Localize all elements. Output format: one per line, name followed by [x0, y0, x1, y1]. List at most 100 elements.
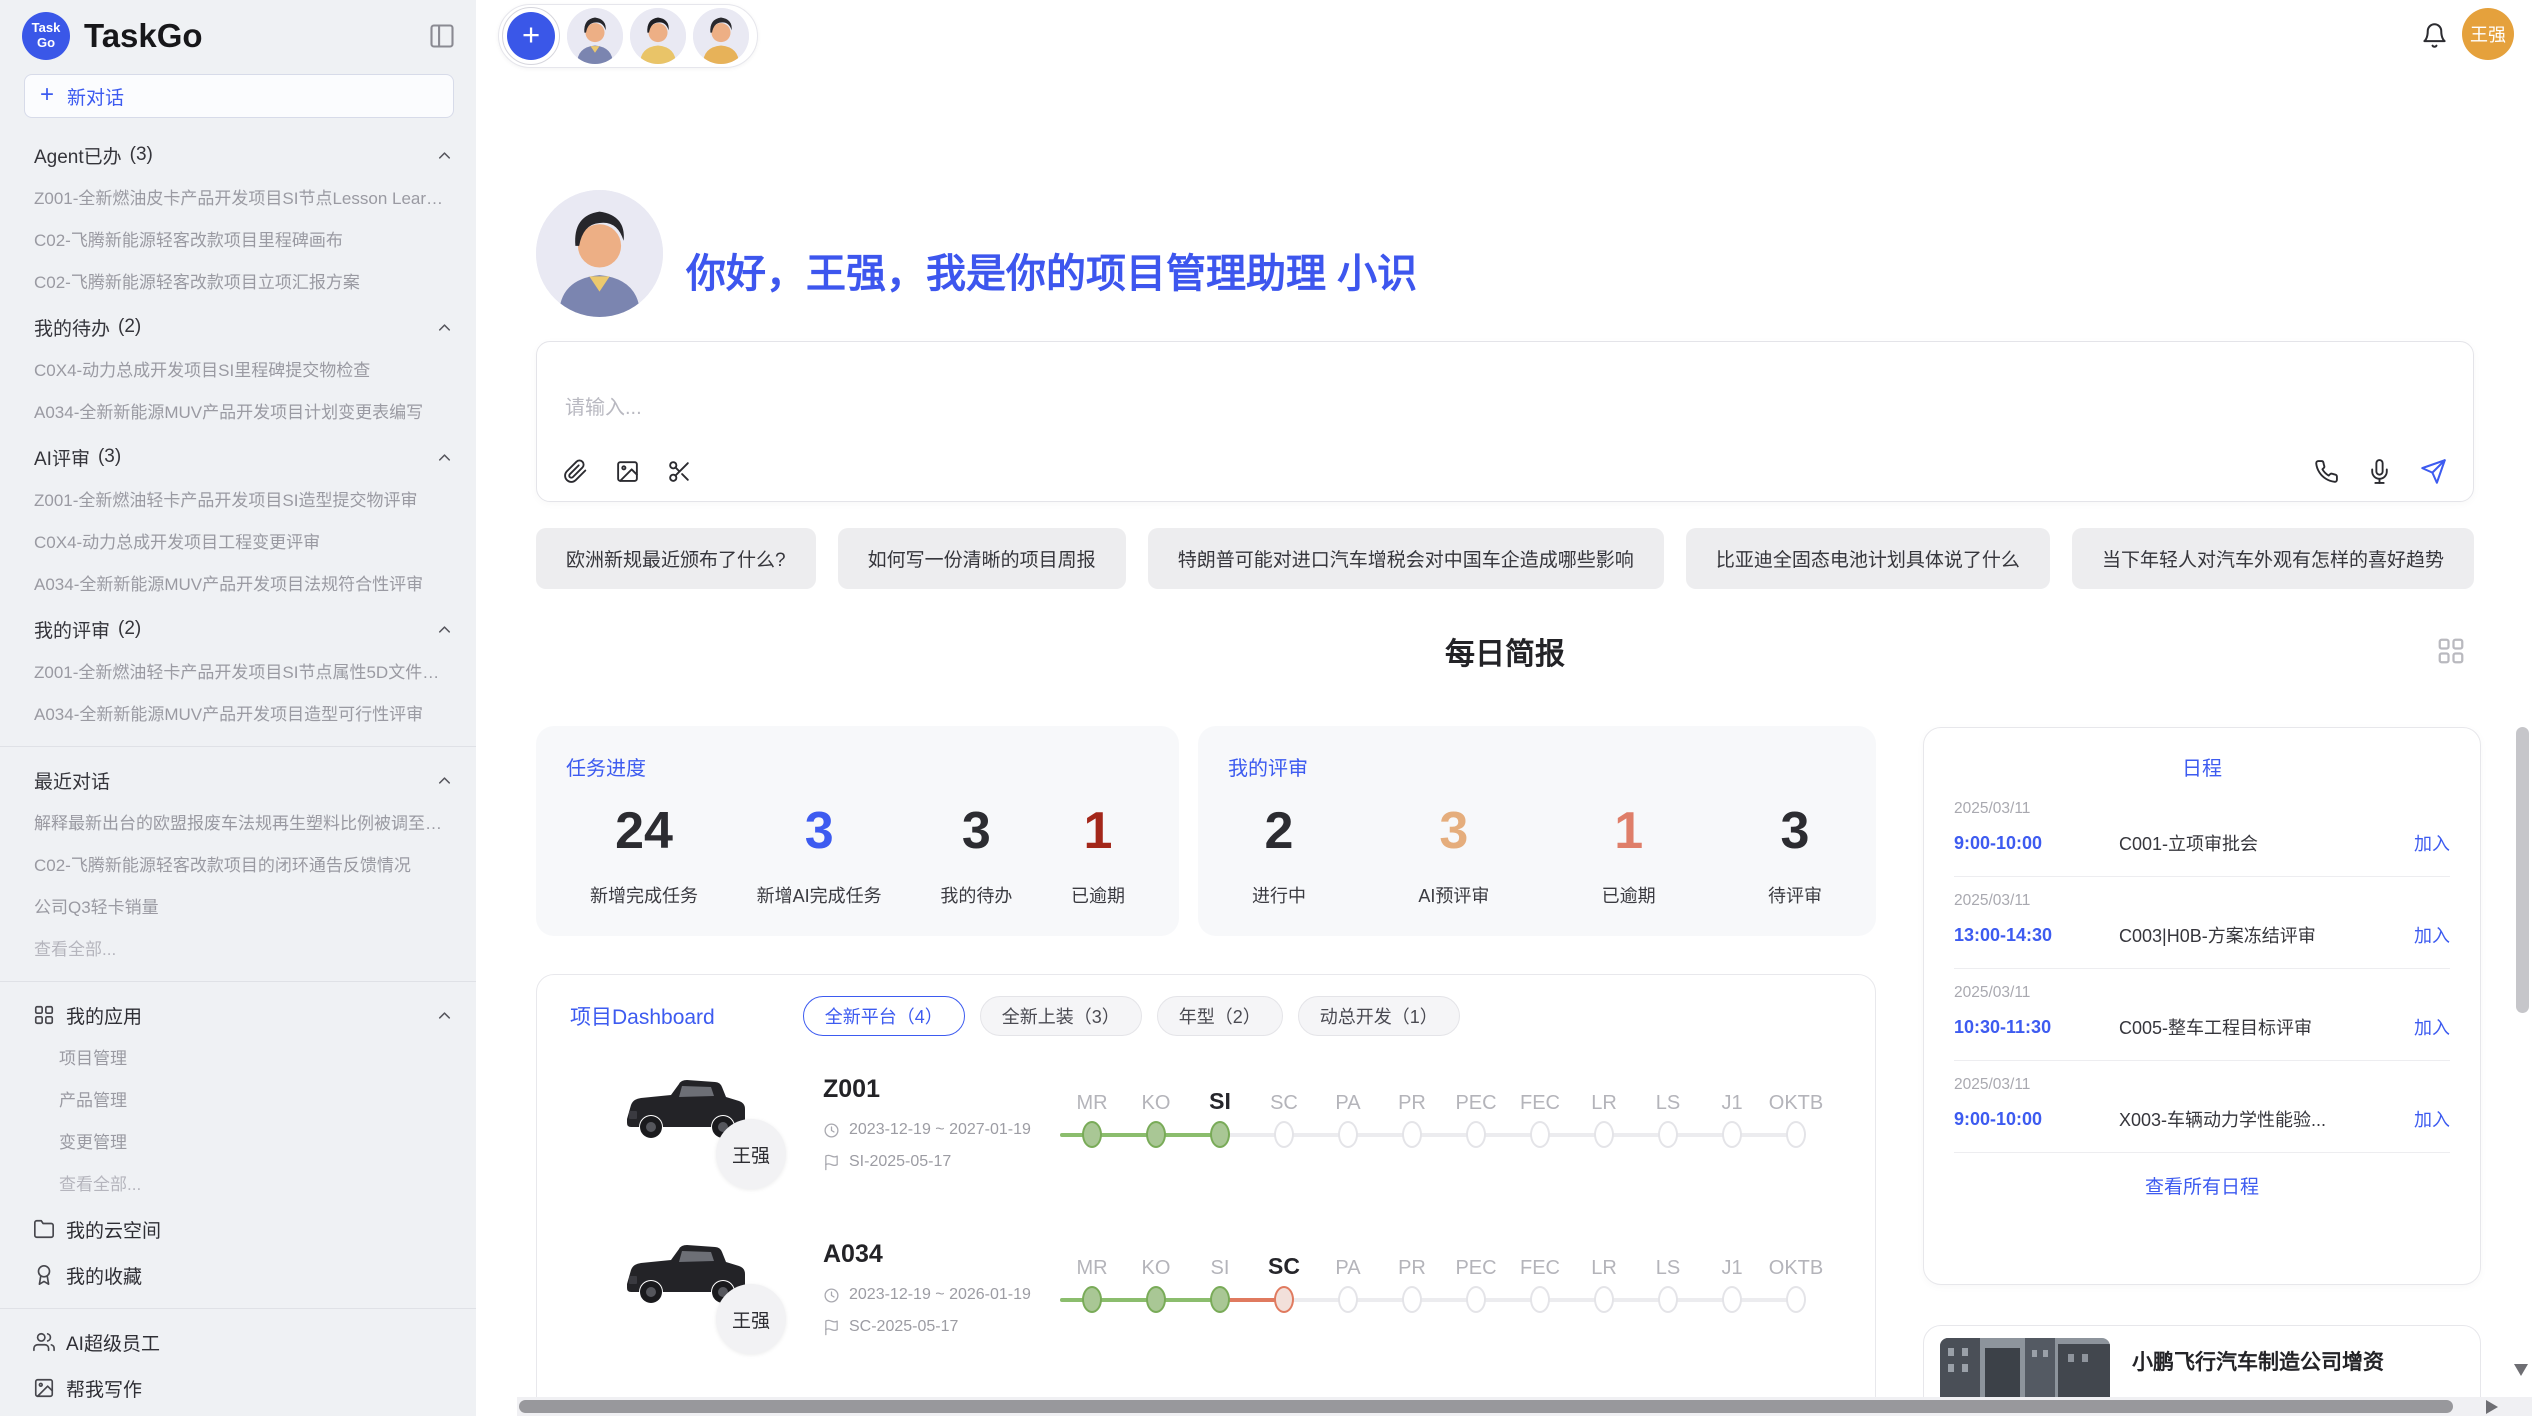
session-avatar-1[interactable]	[567, 8, 623, 64]
session-avatar-3[interactable]	[693, 8, 749, 64]
sidebar-item[interactable]: Z001-全新燃油轻卡产品开发项目SI造型提交物评审	[0, 480, 476, 522]
milestone-label: PEC	[1444, 1079, 1508, 1115]
sidebar-item[interactable]: A034-全新新能源MUV产品开发项目法规符合性评审	[0, 564, 476, 606]
daily-briefing-title: 每日简报	[1445, 629, 1565, 673]
scissors-icon[interactable]	[667, 459, 692, 484]
new-chat-label: 新对话	[67, 83, 124, 110]
app-window: Task Go TaskGo + 新对话 Agent已办 (3)Z001-全新燃…	[0, 0, 2532, 1416]
recent-chat-item[interactable]: 公司Q3轻卡销量	[0, 887, 476, 929]
section-label: AI评审	[34, 444, 90, 471]
sidebar-section-header[interactable]: 我的评审 (2)	[0, 606, 476, 652]
milestone-label: SI	[1188, 1244, 1252, 1280]
chevron-up-icon	[435, 146, 454, 165]
dashboard-tab[interactable]: 动总开发（1）	[1298, 996, 1460, 1036]
dashboard-tab[interactable]: 年型（2）	[1157, 996, 1283, 1036]
sidebar-item[interactable]: C02-飞腾新能源轻客改款项目里程碑画布	[0, 220, 476, 262]
sidebar-section-header[interactable]: AI评审 (3)	[0, 434, 476, 480]
project-code: A034	[823, 1240, 883, 1269]
session-avatar-2[interactable]	[630, 8, 686, 64]
recent-chat-item[interactable]: C02-飞腾新能源轻客改款项目的闭环通告反馈情况	[0, 845, 476, 887]
image-upload-icon[interactable]	[615, 459, 640, 484]
milestone-label: SC	[1252, 1244, 1316, 1280]
horizontal-scrollbar-thumb[interactable]	[519, 1400, 2453, 1413]
join-link[interactable]: 加入	[2414, 830, 2450, 856]
sidebar-recent-section: 最近对话 解释最新出台的欧盟报废车法规再生塑料比例被调至15%...C02-飞腾…	[0, 757, 476, 971]
new-session-button[interactable]: +	[502, 7, 560, 65]
chevron-up-icon	[435, 318, 454, 337]
scroll-right-arrow[interactable]	[2486, 1400, 2498, 1414]
sidebar-item[interactable]: A034-全新新能源MUV产品开发项目造型可行性评审	[0, 694, 476, 736]
scroll-down-arrow[interactable]	[2514, 1364, 2528, 1376]
project-row[interactable]: 王强 Z001 2023-12-19 ~ 2027-01-19 SI-2025-…	[537, 1061, 1875, 1226]
dashboard-tab[interactable]: 全新上装（3）	[980, 996, 1142, 1036]
sidebar-item[interactable]: C02-飞腾新能源轻客改款项目立项汇报方案	[0, 262, 476, 304]
voice-tools	[2314, 458, 2447, 485]
user-avatar[interactable]: 王强	[2462, 8, 2514, 60]
milestone-label: KO	[1124, 1079, 1188, 1115]
sidebar-section-recent[interactable]: 最近对话	[0, 757, 476, 803]
notification-bell-icon[interactable]	[2421, 22, 2448, 49]
paperclip-icon[interactable]	[563, 459, 588, 484]
milestone-dot	[1530, 1121, 1550, 1148]
stat-item: 2 进行中	[1252, 803, 1306, 908]
view-all-chats-link[interactable]: 查看全部...	[0, 929, 476, 971]
photo-icon	[33, 1377, 55, 1399]
app-title: TaskGo	[84, 17, 428, 55]
sidebar: Task Go TaskGo + 新对话 Agent已办 (3)Z001-全新燃…	[0, 0, 476, 1416]
sidebar-item[interactable]: A034-全新新能源MUV产品开发项目计划变更表编写	[0, 392, 476, 434]
project-row[interactable]: 王强 A034 2023-12-19 ~ 2026-01-19 SC-2025-…	[537, 1226, 1875, 1391]
app-link-item[interactable]: 变更管理	[0, 1122, 476, 1164]
suggestion-chip[interactable]: 比亚迪全固态电池计划具体说了什么	[1686, 528, 2050, 589]
sidebar-item-favorites[interactable]: 我的收藏	[0, 1252, 476, 1298]
join-link[interactable]: 加入	[2414, 1014, 2450, 1040]
project-date-range: 2023-12-19 ~ 2027-01-19	[849, 1121, 1031, 1139]
sidebar-collapse-icon[interactable]	[428, 22, 456, 50]
suggestion-chip[interactable]: 如何写一份清晰的项目周报	[838, 528, 1126, 589]
app-link-item[interactable]: 产品管理	[0, 1080, 476, 1122]
join-link[interactable]: 加入	[2414, 922, 2450, 948]
vertical-scrollbar-thumb[interactable]	[2516, 727, 2529, 1013]
people-icon	[33, 1331, 55, 1353]
schedule-event: 2025/03/11 10:30-11:30 C005-整车工程目标评审 加入	[1954, 969, 2450, 1061]
dashboard-tab[interactable]: 全新平台（4）	[803, 996, 965, 1036]
divider	[0, 746, 476, 747]
layout-grid-icon[interactable]	[2436, 636, 2466, 666]
sidebar-section-header[interactable]: Agent已办 (3)	[0, 132, 476, 178]
microphone-icon[interactable]	[2367, 459, 2392, 484]
schedule-list: 2025/03/11 9:00-10:00 C001-立项审批会 加入 2025…	[1954, 785, 2450, 1153]
greeting-text: 你好，王强，我是你的项目管理助理 小识	[686, 241, 1417, 299]
flag-icon	[823, 1154, 840, 1171]
chat-input[interactable]	[563, 358, 2447, 458]
project-date-range: 2023-12-19 ~ 2026-01-19	[849, 1286, 1031, 1304]
view-all-schedule-link[interactable]: 查看所有日程	[1924, 1153, 2480, 1218]
sidebar-tool-item[interactable]: AI超级员工	[0, 1319, 476, 1365]
project-next-milestone: SI-2025-05-17	[823, 1153, 951, 1171]
sidebar-section-header[interactable]: 我的待办 (2)	[0, 304, 476, 350]
new-chat-button[interactable]: + 新对话	[24, 74, 454, 118]
phone-icon[interactable]	[2314, 459, 2339, 484]
sidebar-item[interactable]: C0X4-动力总成开发项目SI里程碑提交物检查	[0, 350, 476, 392]
milestone-label: SI	[1188, 1079, 1252, 1115]
suggestion-chip[interactable]: 欧洲新规最近颁布了什么?	[536, 528, 816, 589]
sidebar-item[interactable]: C0X4-动力总成开发项目工程变更评审	[0, 522, 476, 564]
app-logo: Task Go	[22, 12, 70, 60]
suggestion-chip[interactable]: 当下年轻人对汽车外观有怎样的喜好趋势	[2072, 528, 2474, 589]
sidebar-item[interactable]: Z001-全新燃油轻卡产品开发项目SI节点属性5D文件评审	[0, 652, 476, 694]
sidebar-tool-item[interactable]: 帮我写作	[0, 1365, 476, 1411]
sidebar-item-cloud-space[interactable]: 我的云空间	[0, 1206, 476, 1252]
suggestion-chip[interactable]: 特朗普可能对进口汽车增税会对中国车企造成哪些影响	[1148, 528, 1664, 589]
row-label: AI超级员工	[66, 1329, 160, 1356]
join-link[interactable]: 加入	[2414, 1106, 2450, 1132]
stat-label: 新增AI完成任务	[757, 882, 882, 908]
milestone-dot	[1146, 1286, 1166, 1313]
assistant-avatar	[536, 190, 663, 317]
send-icon[interactable]	[2420, 458, 2447, 485]
event-date: 2025/03/11	[1954, 800, 2450, 818]
recent-chat-item[interactable]: 解释最新出台的欧盟报废车法规再生塑料比例被调至15%...	[0, 803, 476, 845]
app-link-item[interactable]: 项目管理	[0, 1038, 476, 1080]
view-all-apps-link[interactable]: 查看全部...	[0, 1164, 476, 1206]
sidebar-item-my-apps[interactable]: 我的应用	[0, 992, 476, 1038]
milestone-label: SC	[1252, 1079, 1316, 1115]
sidebar-item[interactable]: Z001-全新燃油皮卡产品开发项目SI节点Lesson Learn报告	[0, 178, 476, 220]
sidebar-tool-item[interactable]: 创意制图	[0, 1411, 476, 1416]
